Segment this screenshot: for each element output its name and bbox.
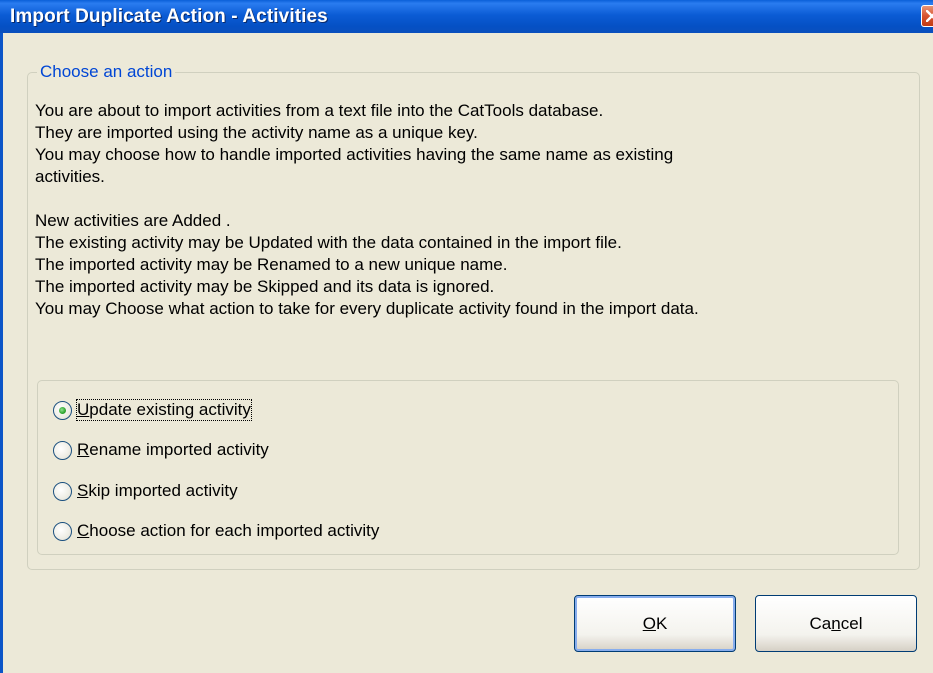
description-text: You are about to import activities from … <box>35 100 915 320</box>
title-bar[interactable]: Import Duplicate Action - Activities <box>0 0 933 33</box>
description-line: You may Choose what action to take for e… <box>35 299 699 318</box>
window-title: Import Duplicate Action - Activities <box>10 6 328 27</box>
radio-selected-dot-icon <box>59 406 66 414</box>
close-x-icon <box>926 10 933 22</box>
radio-button-icon[interactable] <box>53 400 72 420</box>
radio-label[interactable]: Rename imported activity <box>77 440 269 460</box>
radio-skip-imported[interactable]: Skip imported activity <box>53 479 238 503</box>
close-button[interactable] <box>921 5 933 27</box>
description-line: They are imported using the activity nam… <box>35 123 478 142</box>
description-line <box>35 188 915 210</box>
description-line: The imported activity may be Renamed to … <box>35 255 508 274</box>
radio-update-existing[interactable]: Update existing activity <box>53 398 252 422</box>
description-line: The existing activity may be Updated wit… <box>35 233 622 252</box>
description-line: You are about to import activities from … <box>35 101 604 120</box>
radio-button-icon[interactable] <box>53 521 72 541</box>
radio-label[interactable]: Choose action for each imported activity <box>77 521 379 541</box>
group-legend: Choose an action <box>37 62 176 82</box>
radio-button-icon[interactable] <box>53 481 72 501</box>
window-frame-left <box>0 33 3 673</box>
cancel-button[interactable]: Ca n cel <box>755 595 917 652</box>
description-line: New activities are Added . <box>35 211 231 230</box>
radio-label[interactable]: Update existing activity <box>76 399 252 421</box>
radio-choose-action[interactable]: Choose action for each imported activity <box>53 519 379 543</box>
description-line: activities. <box>35 167 105 186</box>
description-line: You may choose how to handle imported ac… <box>35 145 674 164</box>
ok-button[interactable]: OK <box>574 595 736 652</box>
description-line: The imported activity may be Skipped and… <box>35 277 495 296</box>
radio-label[interactable]: Skip imported activity <box>77 481 238 501</box>
radio-rename-imported[interactable]: Rename imported activity <box>53 438 269 462</box>
radio-button-icon[interactable] <box>53 440 72 460</box>
